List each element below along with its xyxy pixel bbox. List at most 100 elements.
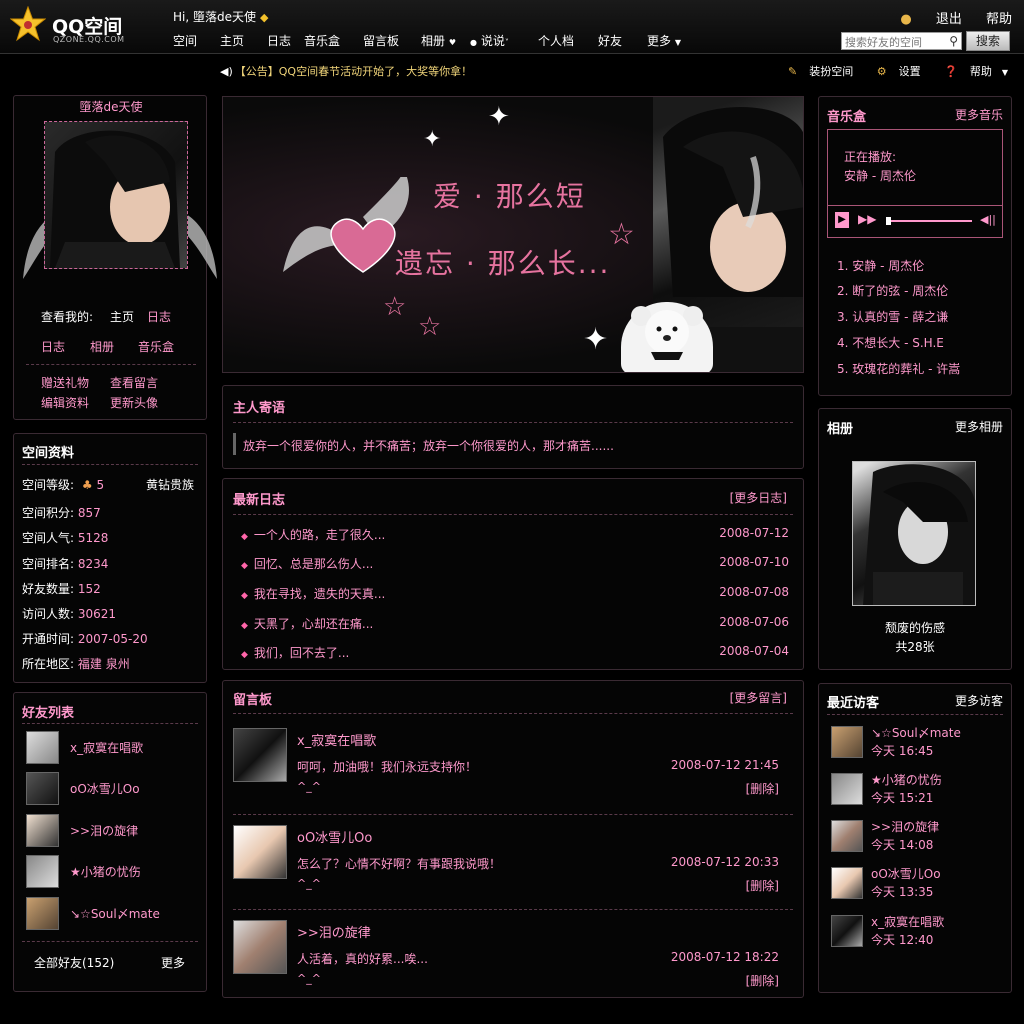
info-label: 空间排名: [22,557,75,571]
diary-item[interactable]: ◆ 一个人的路，走了很久... 2008-07-12 [241,526,789,546]
info-row-points: 空间积分: 857 [22,504,101,521]
diary-item[interactable]: ◆ 天黑了，心却还在痛... 2008-07-06 [241,615,789,635]
visitor-item[interactable]: >>泪の旋律 今天 14:08 [831,818,1001,858]
profile-link-music[interactable]: 音乐盒 [138,338,174,355]
nav-item-friends[interactable]: 好友 [598,32,622,49]
dress-label: 装扮空间 [809,65,854,78]
logout-label: 退出 [935,12,962,27]
profile-name: 墮落de天使 [79,100,143,114]
avatar-photo [44,121,188,269]
more-music-link[interactable]: 更多音乐 [955,106,1003,123]
guest-name[interactable]: >>泪の旋律 [297,922,371,941]
gear-icon: ⚙ [876,65,887,78]
guest-name[interactable]: x_寂寞在唱歌 [297,730,376,749]
nav-item-home[interactable]: 主页 [220,32,244,49]
search-button[interactable]: 搜索 [966,31,1010,51]
nav-item-music[interactable]: 音乐盒 [304,32,340,49]
friend-name: >>泪の旋律 [70,824,139,838]
progress-handle[interactable] [886,217,891,225]
visitor-item[interactable]: x_寂寞在唱歌 今天 12:40 [831,913,1001,953]
logout-link[interactable]: ● 退出 [880,12,962,27]
guest-avatar[interactable] [233,728,287,782]
announcement[interactable]: ◀) 【公告】QQ空间春节活动开始了，大奖等你拿！ [220,63,472,79]
diary-item[interactable]: ◆ 我在寻找，遗失的天真... 2008-07-08 [241,585,789,605]
divider [233,909,793,910]
delete-link[interactable]: [删除] [746,877,779,894]
player-controls: ▶ ▶▶ ◀|| [828,205,1002,237]
settings-link[interactable]: ⚙ 设置 [867,65,921,78]
diary-item[interactable]: ◆ 回忆、总是那么伤人... 2008-07-10 [241,555,789,575]
help-menu-link[interactable]: ❓ 帮助 ▼ [934,65,1008,78]
visitor-avatar [831,773,863,805]
info-value: 30621 [77,607,117,621]
song-item[interactable]: 4. 不想长大 - S.H.E [837,334,944,351]
bullet-icon: ◆ [241,591,248,601]
play-button[interactable]: ▶ [835,212,849,228]
more-visitors-link[interactable]: 更多访客 [955,692,1003,709]
friend-avatar [26,814,59,847]
friend-item[interactable]: >>泪の旋律 [26,814,196,850]
progress-track[interactable] [886,220,972,222]
nav-item-guestbook[interactable]: 留言板 [363,32,399,49]
send-gift-link[interactable]: 赠送礼物 [41,374,89,391]
nav-item-album[interactable]: 相册 ♥ [421,32,456,49]
greeting-text: Hi, 墮落de天使 [173,10,256,24]
qzone-logo[interactable]: QQ空间 QZONE.QQ.COM [10,6,140,46]
profile-link-diary-2[interactable]: 日志 [41,338,65,355]
profile-link-diary[interactable]: 日志 [147,308,171,325]
nav-item-more[interactable]: 更多 ▼ [647,32,681,49]
more-messages-link[interactable]: [更多留言] [730,689,787,706]
visitor-item[interactable]: oO冰雪儿Oo 今天 13:35 [831,865,1001,905]
announcement-text: 【公告】QQ空间春节活动开始了，大奖等你拿！ [234,65,473,78]
view-messages-link[interactable]: 查看留言 [110,374,158,391]
avatar[interactable] [23,119,217,279]
volume-icon[interactable]: ◀|| [980,213,996,226]
friend-item[interactable]: oO冰雪儿Oo [26,772,196,808]
nav-album-label: 相册 [421,34,446,48]
visitor-time: 今天 12:40 [871,933,934,947]
friend-item[interactable]: ↘☆Soul〆mate [26,897,196,933]
diary-item[interactable]: ◆ 我们，回不去了... 2008-07-04 [241,644,789,664]
friends-more-link[interactable]: 更多 [161,954,185,971]
guest-avatar[interactable] [233,825,287,879]
album-cover[interactable] [852,461,976,606]
edit-profile-link[interactable]: 编辑资料 [41,394,89,411]
all-friends-link[interactable]: 全部好友(152) [34,954,114,971]
help-link[interactable]: 帮助 [986,12,1012,27]
friend-item[interactable]: x_寂寞在唱歌 [26,731,196,767]
visitor-item[interactable]: ↘☆Soul〆mate 今天 16:45 [831,724,1001,764]
more-albums-link[interactable]: 更多相册 [955,418,1003,435]
next-track-icon[interactable]: ▶▶ [858,212,876,226]
song-item[interactable]: 2. 断了的弦 - 周杰伦 [837,282,948,299]
nav-item-diary[interactable]: 日志 [267,32,291,49]
divider [22,464,198,465]
profile-link-home[interactable]: 主页 [110,308,134,325]
song-item[interactable]: 3. 认真的雪 - 薛之谦 [837,308,948,325]
update-avatar-link[interactable]: 更新头像 [110,394,158,411]
search-placeholder: 搜索好友的空间 [845,36,922,49]
search-input[interactable]: 搜索好友的空间 ⚲ [841,32,962,50]
guest-name[interactable]: oO冰雪儿Oo [297,827,372,846]
delete-link[interactable]: [删除] [746,780,779,797]
nav-item-profile[interactable]: 个人档 [538,32,574,49]
visitor-item[interactable]: ★小猪の忧伤 今天 15:21 [831,771,1001,811]
delete-link[interactable]: [删除] [746,972,779,989]
song-item[interactable]: 5. 玫瑰花的葬礼 - 许嵩 [837,360,960,377]
nav-item-space[interactable]: 空间 [173,32,197,49]
friend-item[interactable]: ★小猪の忧伤 [26,855,196,891]
panel-title: 留言板 [233,693,273,708]
more-diary-link[interactable]: [更多日志] [730,489,787,506]
nav-item-shuoshuo[interactable]: ● 说说˅ [470,32,509,49]
friend-avatar [26,731,59,764]
divider [233,514,793,515]
visitor-avatar [831,867,863,899]
guest-avatar[interactable] [233,920,287,974]
outline-star-icon: ☆ [418,312,442,342]
panel-title: 空间资料 [22,446,75,461]
album-cover-figure [863,464,975,605]
recent-visitors-panel: 最近访客 更多访客 ↘☆Soul〆mate 今天 16:45 ★小猪の忧伤 今天 1… [818,683,1012,993]
dress-space-link[interactable]: ✎ 装扮空间 [778,65,853,78]
album-name[interactable]: 颓废的伤感 [819,619,1011,636]
profile-link-album[interactable]: 相册 [90,338,114,355]
song-item[interactable]: 1. 安静 - 周杰伦 [837,257,924,274]
